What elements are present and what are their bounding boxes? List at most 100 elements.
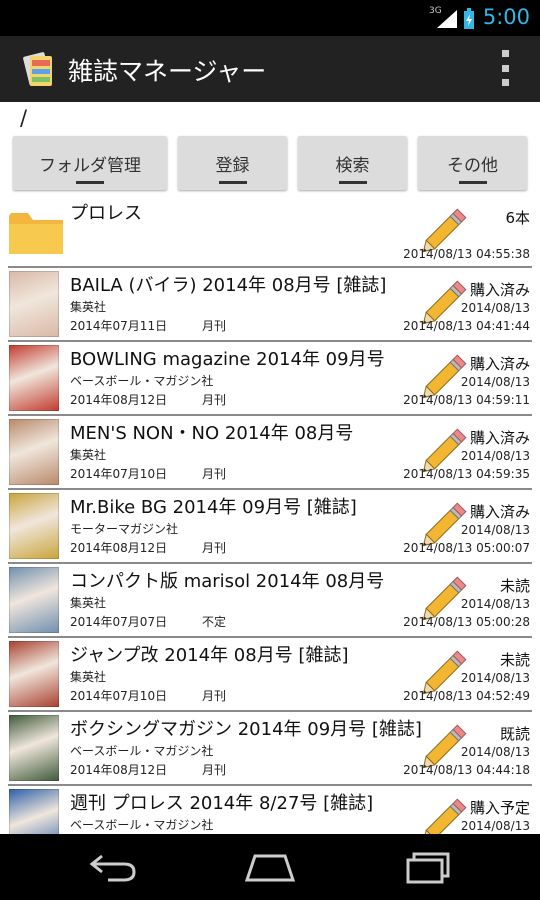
signal-icon [437,10,457,28]
magazine-release: 2014年07月10日 月刊 [70,687,226,704]
magazine-row[interactable]: ジャンプ改 2014年 08月号 [雑誌] 集英社 2014年07月10日 月刊 未読… [8,638,532,712]
release-date: 2014年08月12日 [70,763,168,777]
magazine-title: BAILA (バイラ) 2014年 08月号 [雑誌] [70,275,387,296]
purchase-date: 2014/08/13 [460,745,530,759]
magazine-publisher: 集英社 [70,670,107,684]
updated-datetime: 2014/08/13 05:00:07 [403,541,530,555]
back-icon[interactable] [88,850,138,884]
frequency: 月刊 [202,393,227,407]
magazine-list[interactable]: プロレス 6本 2014/08/13 04:55:38 BAILA (バイラ) … [0,196,540,834]
dropdown-indicator [76,181,104,184]
magazine-publisher: 集英社 [70,300,107,314]
magazine-publisher: 集英社 [70,596,107,610]
register-button[interactable]: 登録 [178,136,287,190]
magazine-title: ジャンプ改 2014年 08月号 [雑誌] [70,645,349,666]
read-status: 購入済み [469,355,530,373]
folder-count: 6本 [505,209,530,227]
magazine-publisher: ベースボール・マガジン社 [70,818,214,832]
action-bar: 雑誌マネージャー [0,36,540,102]
magazine-row[interactable]: コンパクト版 marisol 2014年 08月号集英社 2014年07月07日 不… [8,564,532,638]
magazine-row[interactable]: Mr.Bike BG 2014年 09月号 [雑誌] モーターマガジン社 2014年… [8,490,532,564]
magazine-row[interactable]: MEN'S NON・NO 2014年 08月号 集英社 2014年07月10日 月刊 … [8,416,532,490]
magazine-title: 週刊 プロレス 2014年 8/27号 [雑誌] [70,793,374,814]
release-date: 2014年07月11日 [70,319,168,333]
magazine-release: 2014年08月12日 月刊 [70,761,226,778]
dropdown-indicator [458,181,487,184]
magazine-title: MEN'S NON・NO 2014年 08月号 [70,423,354,444]
magazine-row[interactable]: ボクシングマガジン 2014年 09月号 [雑誌] ベースボール・マガジン社 201… [8,712,532,786]
magazine-cover-image [9,789,59,834]
purchase-date: 2014/08/13 [460,819,530,833]
folder-date: 2014/08/13 04:55:38 [403,247,530,261]
frequency: 月刊 [202,467,227,481]
magazine-cover-image [9,715,59,781]
read-status: 購入予定 [469,799,530,817]
purchase-date: 2014/08/13 [460,523,530,537]
clock: 5:00 [482,5,530,29]
magazine-release: 2014年07月10日 月刊 [70,465,226,482]
battery-charging-icon [464,8,474,29]
updated-datetime: 2014/08/13 04:59:11 [403,393,530,407]
magazine-publisher: ベースボール・マガジン社 [70,374,214,388]
release-date: 2014年08月12日 [70,541,168,555]
home-icon[interactable] [243,850,297,884]
search-button-label: 検索 [335,156,370,176]
dropdown-indicator [218,181,247,184]
folder-icon [9,213,63,254]
magazine-publisher: 集英社 [70,448,107,462]
magazine-release: 2014年08月12日 月刊 [70,539,226,556]
overflow-menu-icon[interactable] [502,50,510,86]
magazine-title: BOWLING magazine 2014年 09月号 [70,349,385,370]
status-bar: 3G 5:00 [0,0,540,36]
updated-datetime: 2014/08/13 04:41:44 [403,319,530,333]
release-date: 2014年07月07日 [70,615,168,629]
magazine-cover-image [9,567,59,633]
magazine-cover-image [9,641,59,707]
magazine-row[interactable]: 週刊 プロレス 2014年 8/27号 [雑誌] ベースボール・マガジン社 購入予… [8,786,532,834]
other-button[interactable]: その他 [418,136,527,190]
magazine-release: 2014年07月11日 月刊 [70,317,226,334]
register-button-label: 登録 [215,156,250,176]
frequency: 月刊 [202,763,227,777]
app-title: 雑誌マネージャー [68,57,267,86]
magazine-release: 2014年08月12日 月刊 [70,391,226,408]
magazine-cover-image [9,493,59,559]
read-status: 未読 [499,577,530,595]
folder-name: プロレス [70,203,142,224]
purchase-date: 2014/08/13 [460,449,530,463]
magazine-publisher: モーターマガジン社 [70,522,179,536]
app-logo-icon [23,52,52,86]
folder-manage-button-label: フォルダ管理 [39,156,141,176]
magazine-cover-image [9,271,59,337]
dropdown-indicator [338,181,367,184]
magazine-title: コンパクト版 marisol 2014年 08月号 [70,571,385,592]
current-path: / [20,106,28,130]
frequency: 不定 [202,615,227,629]
updated-datetime: 2014/08/13 04:52:49 [403,689,530,703]
read-status: 購入済み [469,429,530,447]
magazine-title: Mr.Bike BG 2014年 09月号 [雑誌] [70,497,357,518]
toolbar: フォルダ管理 登録 検索 その他 [0,136,540,192]
magazine-title: ボクシングマガジン 2014年 09月号 [雑誌] [70,719,422,740]
updated-datetime: 2014/08/13 04:59:35 [403,467,530,481]
read-status: 未読 [499,651,530,669]
release-date: 2014年07月10日 [70,689,168,703]
purchase-date: 2014/08/13 [460,375,530,389]
updated-datetime: 2014/08/13 04:44:18 [403,763,530,777]
updated-datetime: 2014/08/13 05:00:28 [403,615,530,629]
read-status: 購入済み [469,503,530,521]
magazine-publisher: ベースボール・マガジン社 [70,744,214,758]
magazine-release: 2014年07月07日 不定 [70,613,226,630]
search-button[interactable]: 検索 [298,136,407,190]
magazine-row[interactable]: BOWLING magazine 2014年 09月号ベースボール・マガジン社 2… [8,342,532,416]
magazine-row[interactable]: BAILA (バイラ) 2014年 08月号 [雑誌] 集英社 2014年07月11… [8,268,532,342]
folder-row[interactable]: プロレス 6本 2014/08/13 04:55:38 [8,196,532,268]
purchase-date: 2014/08/13 [460,671,530,685]
read-status: 既読 [499,725,530,743]
recent-apps-icon[interactable] [404,850,454,884]
folder-manage-button[interactable]: フォルダ管理 [13,136,167,190]
read-status: 購入済み [469,281,530,299]
navigation-bar [0,834,540,900]
release-date: 2014年08月12日 [70,393,168,407]
other-button-label: その他 [447,156,498,176]
